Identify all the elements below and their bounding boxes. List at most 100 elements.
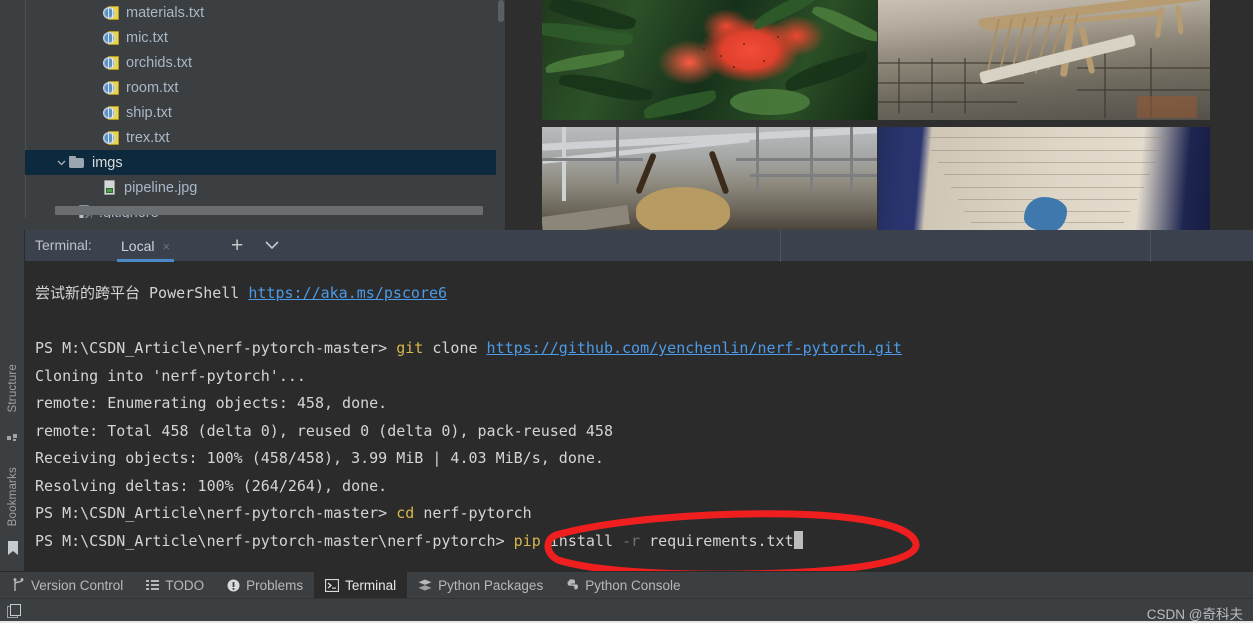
line-blank-1 [35,308,1253,336]
left-rail-top [0,0,25,230]
tree-item-label: imgs [92,154,123,171]
terminal-text: PS M:\CSDN_Article\nerf-pytorch-master\n… [35,531,514,550]
bottom-tool-bar: Version Control TODO Problems Terminal Pytho… [0,571,1253,599]
image-file-icon [103,179,117,196]
new-terminal-button[interactable]: + [231,234,243,258]
terminal-output[interactable]: 尝试新的跨平台 PowerShell https://aka.ms/pscore… [25,262,1253,571]
tree-item-trex-txt[interactable]: trex.txt [25,125,506,150]
warning-icon [226,578,240,592]
terminal-text: remote: Total 458 (delta 0), reused 0 (d… [35,421,613,440]
txt-file-icon [103,30,119,45]
tree-item-room-txt[interactable]: room.txt [25,75,506,100]
tree-horizontal-scrollbar-thumb[interactable] [55,206,483,215]
dinosaur-image [878,0,1210,120]
rail-structure-button[interactable]: Structure [0,350,25,426]
bottom-bar-item-problems[interactable]: Problems [215,572,314,599]
structure-icon [0,428,25,444]
line-pip-install: PS M:\CSDN_Article\nerf-pytorch-master\n… [35,528,1253,556]
thumbnail-flowers[interactable] [542,0,877,120]
line-resolving: Resolving deltas: 100% (264/264), done. [35,473,1253,501]
bottom-bar-item-python-console[interactable]: Python Console [554,572,691,599]
layers-icon [418,578,432,592]
tree-item-label: orchids.txt [126,54,193,71]
rail-structure-label: Structure [6,363,19,413]
terminal-text: install [540,531,623,550]
bottom-bar-item-label: Python Packages [438,577,544,593]
bottom-bar-item-python-packages[interactable]: Python Packages [407,572,554,599]
bottom-bar-item-terminal[interactable]: Terminal [314,571,408,599]
python-icon [565,578,579,592]
bottom-bar-item-label: Python Console [585,577,681,593]
tree-item-imgs[interactable]: imgs [25,150,506,175]
txt-file-icon [103,80,119,95]
left-tool-rail: Structure Bookmarks [0,230,25,571]
terminal-text: cd [396,504,415,522]
line-cd: PS M:\CSDN_Article\nerf-pytorch-master> … [35,500,1253,528]
tree-item-pipeline-jpg[interactable]: pipeline.jpg [25,175,506,200]
terminal-text: clone [423,339,487,357]
bottom-bar-item-label: Version Control [31,577,124,593]
project-tree-panel[interactable]: materials.txt mic.txt orchids.txt room.txt s… [25,0,506,218]
terminal-window-title: Terminal: [35,237,92,253]
bottom-bar-item-todo[interactable]: TODO [134,572,215,599]
bottom-bar-item-version-control[interactable]: Version Control [0,572,134,599]
tree-item-ship-txt[interactable]: ship.txt [25,100,506,125]
tree-item-orchids-txt[interactable]: orchids.txt [25,50,506,75]
line-total: remote: Total 458 (delta 0), reused 0 (d… [35,418,1253,446]
ide-window: materials.txt mic.txt orchids.txt room.txt s… [0,0,1253,623]
line-git-clone: PS M:\CSDN_Article\nerf-pytorch-master> … [35,335,1253,363]
txt-file-icon [103,105,119,120]
thumbnail-table[interactable] [878,127,1210,230]
terminal-tool-window: Structure Bookmarks Terminal: Local × + … [0,230,1253,571]
txt-file-icon [103,130,119,145]
chevron-down-icon[interactable] [265,237,279,253]
terminal-tab-local-label: Local [121,238,155,254]
tree-item-label: materials.txt [126,4,205,21]
terminal-text: requirements.txt [640,531,794,550]
terminal-cursor [793,530,803,549]
csdn-watermark: CSDN @奇科夫 [1146,607,1243,622]
tree-item-mic-txt[interactable]: mic.txt [25,25,506,50]
terminal-text: Cloning into 'nerf-pytorch'... [35,366,306,385]
close-icon[interactable]: × [162,239,170,254]
terminal-text: 尝试新的跨平台 PowerShell [35,284,249,302]
project-tree-rows: materials.txt mic.txt orchids.txt room.txt s… [25,0,506,218]
tabbar-divider-1 [780,230,781,262]
terminal-text: git [396,339,424,357]
tree-item-label: mic.txt [126,29,168,46]
rail-bookmarks-button[interactable]: Bookmarks [0,455,25,539]
chevron-down-icon[interactable] [53,160,69,166]
terminal-tab-bar: Terminal: Local × + [25,230,1253,262]
terminal-text: Resolving deltas: 100% (264/264), done. [35,476,388,495]
terminal-link[interactable]: https://aka.ms/pscore6 [248,284,447,302]
terminal-text: -r [622,531,641,550]
tree-item-label: room.txt [126,79,179,96]
thumbnail-dinosaur[interactable] [878,0,1210,120]
branch-icon [11,578,25,592]
tree-item-label: trex.txt [126,129,170,146]
terminal-text: nerf-pytorch [414,504,532,522]
terminal-text: PS M:\CSDN_Article\nerf-pytorch-master> [35,504,397,522]
rail-bookmarks-label: Bookmarks [6,467,19,527]
bottom-bar-item-label: Problems [246,577,304,593]
terminal-text: Receiving objects: 100% (458/458), 3.99 … [35,449,604,467]
tree-vertical-scrollbar-thumb[interactable] [498,0,504,22]
terminal-text: pip [513,531,541,550]
layout-toggle-icon[interactable] [7,604,23,619]
tree-item-materials-txt[interactable]: materials.txt [25,0,506,25]
terminal-tab-local[interactable]: Local × [117,230,175,262]
terminal-link[interactable]: https://github.com/yenchenlin/nerf-pytor… [487,339,902,357]
thumbnail-horns[interactable] [542,127,877,230]
line-enumerating: remote: Enumerating objects: 458, done. [35,390,1253,418]
terminal-text: PS M:\CSDN_Article\nerf-pytorch-master> [35,339,397,357]
terminal-icon [325,578,340,592]
list-icon [145,578,159,592]
bookmark-icon [0,538,25,558]
line-cloning: Cloning into 'nerf-pytorch'... [35,363,1253,391]
txt-file-icon [103,55,119,70]
flowers-image [542,0,877,120]
image-preview-grid [506,0,1253,230]
tree-item-label: pipeline.jpg [124,179,198,196]
table-image [878,127,1210,230]
